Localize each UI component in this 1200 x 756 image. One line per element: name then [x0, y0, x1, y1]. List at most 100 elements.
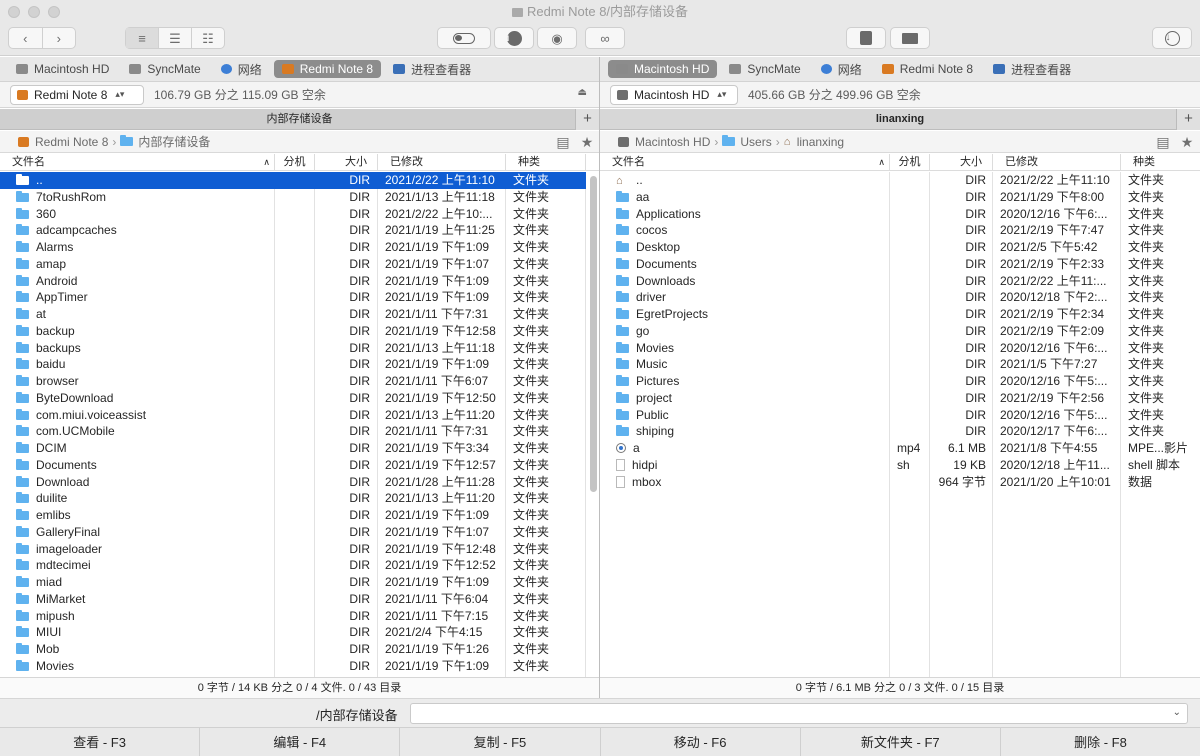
drive-tab[interactable]: SyncMate: [121, 60, 208, 78]
table-row[interactable]: com.UCMobile DIR 2021/1/11 下午7:31 文件夹: [0, 423, 586, 440]
chevron-down-icon[interactable]: ⌄: [1173, 707, 1181, 718]
drive-tab[interactable]: 进程查看器: [985, 60, 1079, 78]
table-row[interactable]: Applications DIR 2020/12/16 下午6:... 文件夹: [600, 206, 1200, 223]
left-scrollbar[interactable]: [590, 176, 597, 492]
move-f6-button[interactable]: 移动 - F6: [601, 728, 801, 756]
table-row[interactable]: Movies DIR 2021/1/19 下午1:09 文件夹: [0, 658, 586, 675]
table-row[interactable]: Music DIR 2021/1/5 下午7:27 文件夹: [600, 356, 1200, 373]
table-row[interactable]: com.miui.voiceassist DIR 2021/1/13 上午11:20…: [0, 407, 586, 424]
breadcrumb-folder[interactable]: Users: [740, 135, 771, 149]
table-row[interactable]: adcampcaches DIR 2021/1/19 上午11:25 文件夹: [0, 222, 586, 239]
delete-f8-button[interactable]: 删除 - F8: [1001, 728, 1200, 756]
column-ext[interactable]: 分机: [890, 154, 930, 171]
edit-f4-button[interactable]: 编辑 - F4: [200, 728, 401, 756]
back-button[interactable]: ‹: [9, 28, 43, 48]
table-row[interactable]: .. DIR 2021/2/22 上午11:10 文件夹: [0, 172, 586, 189]
panel-options-icon[interactable]: ▤: [1154, 133, 1172, 151]
table-row[interactable]: Documents DIR 2021/2/19 下午2:33 文件夹: [600, 256, 1200, 273]
table-row[interactable]: mdtecimei DIR 2021/1/19 下午12:52 文件夹: [0, 557, 586, 574]
column-kind[interactable]: 种类: [1121, 154, 1200, 171]
panel-options-icon[interactable]: ▤: [554, 133, 572, 151]
table-row[interactable]: EgretProjects DIR 2021/2/19 下午2:34 文件夹: [600, 306, 1200, 323]
search-button[interactable]: ∞: [585, 27, 625, 49]
table-row[interactable]: hidpi sh 19 KB 2020/12/18 上午11... shell 脚本: [600, 457, 1200, 474]
breadcrumb-device[interactable]: Redmi Note 8: [35, 135, 108, 149]
breadcrumb-folder[interactable]: linanxing: [797, 135, 844, 149]
column-name[interactable]: 文件名 ∧: [600, 154, 890, 171]
info-button[interactable]: i: [494, 27, 534, 49]
column-size[interactable]: 大小: [930, 154, 993, 171]
drive-tab[interactable]: Redmi Note 8: [273, 60, 382, 78]
table-row[interactable]: AppTimer DIR 2021/1/19 下午1:09 文件夹: [0, 289, 586, 306]
table-row[interactable]: 360 DIR 2021/2/22 上午10:... 文件夹: [0, 206, 586, 223]
left-drive-select[interactable]: Redmi Note 8 ▴▾: [10, 84, 144, 105]
column-name[interactable]: 文件名 ∧: [0, 154, 275, 171]
drive-tab[interactable]: Redmi Note 8: [874, 60, 981, 78]
table-row[interactable]: Alarms DIR 2021/1/19 下午1:09 文件夹: [0, 239, 586, 256]
table-row[interactable]: go DIR 2021/2/19 下午2:09 文件夹: [600, 323, 1200, 340]
table-row[interactable]: MiMarket DIR 2021/1/11 下午6:04 文件夹: [0, 591, 586, 608]
table-row[interactable]: Documents DIR 2021/1/19 下午12:57 文件夹: [0, 457, 586, 474]
minimize-window-button[interactable]: [28, 6, 40, 18]
breadcrumb-folder[interactable]: 内部存储设备: [138, 133, 210, 150]
breadcrumb-device[interactable]: Macintosh HD: [635, 135, 710, 149]
preview-button[interactable]: ◉: [537, 27, 577, 49]
list-view-button[interactable]: ≡: [126, 28, 159, 48]
table-row[interactable]: aa DIR 2021/1/29 下午8:00 文件夹: [600, 189, 1200, 206]
table-row[interactable]: mbox 964 字节 2021/1/20 上午10:01 数据: [600, 474, 1200, 491]
detail-view-button[interactable]: ☰: [159, 28, 192, 48]
download-button[interactable]: ↓: [1152, 27, 1192, 49]
grid-view-button[interactable]: ☷: [192, 28, 224, 48]
column-modified[interactable]: 已修改: [378, 154, 506, 171]
table-row[interactable]: amap DIR 2021/1/19 下午1:07 文件夹: [0, 256, 586, 273]
table-row[interactable]: GalleryFinal DIR 2021/1/19 下午1:07 文件夹: [0, 524, 586, 541]
column-size[interactable]: 大小: [315, 154, 378, 171]
table-row[interactable]: baidu DIR 2021/1/19 下午1:09 文件夹: [0, 356, 586, 373]
table-row[interactable]: cocos DIR 2021/2/19 下午7:47 文件夹: [600, 222, 1200, 239]
favorites-star-icon[interactable]: ★: [1178, 133, 1196, 151]
table-row[interactable]: browser DIR 2021/1/11 下午6:07 文件夹: [0, 373, 586, 390]
table-row[interactable]: Android DIR 2021/1/19 下午1:09 文件夹: [0, 273, 586, 290]
command-input[interactable]: ⌄: [410, 703, 1188, 724]
table-row[interactable]: emlibs DIR 2021/1/19 下午1:09 文件夹: [0, 507, 586, 524]
archive-button[interactable]: [846, 27, 886, 49]
eject-icon[interactable]: ⏏: [578, 87, 587, 98]
table-row[interactable]: Movies DIR 2020/12/16 下午6:... 文件夹: [600, 340, 1200, 357]
table-row[interactable]: shiping DIR 2020/12/17 下午6:... 文件夹: [600, 423, 1200, 440]
table-row[interactable]: imageloader DIR 2021/1/19 下午12:48 文件夹: [0, 541, 586, 558]
close-window-button[interactable]: [8, 6, 20, 18]
drive-tab[interactable]: Macintosh HD: [8, 60, 117, 78]
table-row[interactable]: miad DIR 2021/1/19 下午1:09 文件夹: [0, 574, 586, 591]
add-tab-button[interactable]: +: [1176, 109, 1200, 130]
toggle-hidden-button[interactable]: [437, 27, 491, 49]
table-row[interactable]: backup DIR 2021/1/19 下午12:58 文件夹: [0, 323, 586, 340]
network-drive-button[interactable]: [890, 27, 930, 49]
table-row[interactable]: Desktop DIR 2021/2/5 下午5:42 文件夹: [600, 239, 1200, 256]
panel-divider[interactable]: [599, 57, 600, 698]
column-kind[interactable]: 种类: [506, 154, 586, 171]
right-drive-select[interactable]: Macintosh HD ▴▾: [610, 84, 738, 105]
drive-tab[interactable]: 网络: [213, 60, 270, 78]
left-panel-tab[interactable]: 内部存储设备 +: [0, 109, 599, 130]
table-row[interactable]: 7toRushRom DIR 2021/1/13 上午11:18 文件夹: [0, 189, 586, 206]
table-row[interactable]: ByteDownload DIR 2021/1/19 下午12:50 文件夹: [0, 390, 586, 407]
table-row[interactable]: DCIM DIR 2021/1/19 下午3:34 文件夹: [0, 440, 586, 457]
table-row[interactable]: a mp4 6.1 MB 2021/1/8 下午4:55 MPE...影片: [600, 440, 1200, 457]
table-row[interactable]: backups DIR 2021/1/13 上午11:18 文件夹: [0, 340, 586, 357]
column-ext[interactable]: 分机: [275, 154, 315, 171]
drive-tab[interactable]: Macintosh HD: [608, 60, 718, 78]
table-row[interactable]: Public DIR 2020/12/16 下午5:... 文件夹: [600, 407, 1200, 424]
table-row[interactable]: ⌂.. DIR 2021/2/22 上午11:10 文件夹: [600, 172, 1200, 189]
column-modified[interactable]: 已修改: [993, 154, 1121, 171]
table-row[interactable]: Pictures DIR 2020/12/16 下午5:... 文件夹: [600, 373, 1200, 390]
table-row[interactable]: mipush DIR 2021/1/11 下午7:15 文件夹: [0, 608, 586, 625]
favorites-star-icon[interactable]: ★: [578, 133, 596, 151]
new-folder-f7-button[interactable]: 新文件夹 - F7: [801, 728, 1001, 756]
table-row[interactable]: duilite DIR 2021/1/13 上午11:20 文件夹: [0, 490, 586, 507]
zoom-window-button[interactable]: [48, 6, 60, 18]
drive-tab[interactable]: SyncMate: [721, 60, 808, 78]
forward-button[interactable]: ›: [43, 28, 76, 48]
table-row[interactable]: Mob DIR 2021/1/19 下午1:26 文件夹: [0, 641, 586, 658]
right-panel-tab[interactable]: linanxing +: [600, 109, 1200, 130]
table-row[interactable]: at DIR 2021/1/11 下午7:31 文件夹: [0, 306, 586, 323]
